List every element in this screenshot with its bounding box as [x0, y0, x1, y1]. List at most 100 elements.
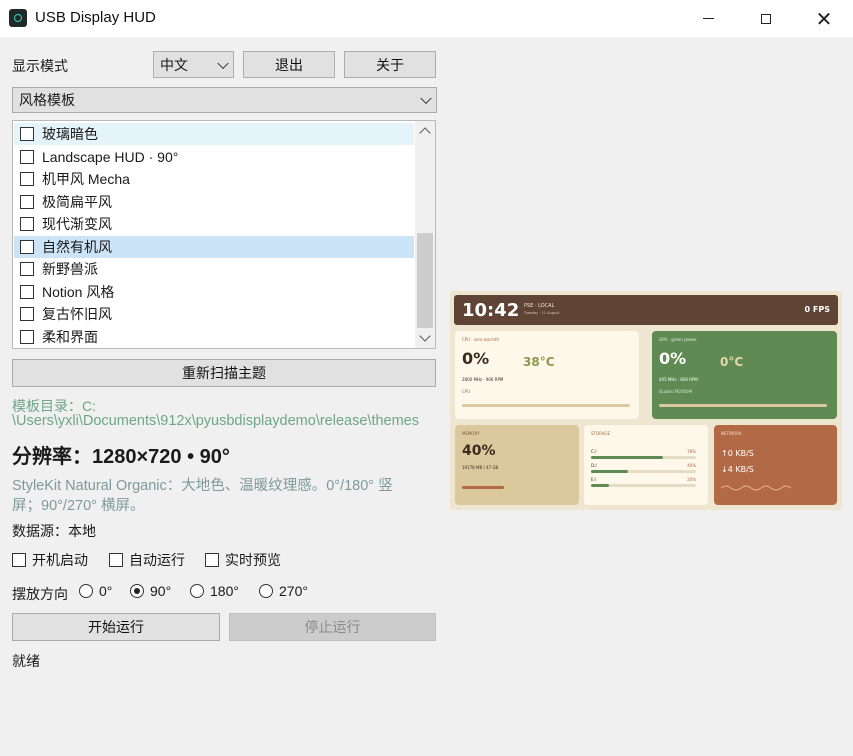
storage-bar-fill [591, 484, 609, 487]
theme-checkbox[interactable] [20, 284, 34, 299]
cpu-temp: 38°C [523, 355, 555, 369]
list-item[interactable]: 机甲风 Mecha [14, 168, 414, 190]
theme-checkbox[interactable] [20, 149, 34, 164]
theme-checkbox[interactable] [20, 127, 34, 141]
theme-checkbox[interactable] [20, 239, 34, 254]
theme-checkbox[interactable] [20, 194, 34, 209]
language-select[interactable]: 中文 [153, 51, 234, 78]
theme-list[interactable]: 玻璃暗色 Landscape HUD · 90° 机甲风 Mecha 极简扁平风… [12, 120, 436, 349]
display-mode-label: 显示模式 [12, 58, 68, 74]
list-item[interactable]: 极简扁平风 [14, 191, 414, 213]
theme-label: 极简扁平风 [42, 193, 112, 210]
list-item[interactable]: 新野兽派 [14, 258, 414, 280]
description-line1: StyleKit Natural Organic：大地色、温暖纹理感。0°/18… [12, 478, 393, 494]
preview-network-card: NETWORK ↑0 KB/S ↓4 KB/S [714, 425, 837, 505]
window-title: USB Display HUD [35, 9, 156, 26]
orientation-0-radio[interactable] [79, 584, 93, 598]
orientation-90-option[interactable]: 90° [130, 583, 171, 599]
exit-button[interactable]: 退出 [243, 51, 335, 78]
theme-checkbox[interactable] [20, 262, 34, 276]
live-preview-option[interactable]: 实时预览 [205, 550, 281, 570]
theme-checkbox[interactable] [20, 217, 34, 231]
close-icon: ✕ [815, 6, 833, 31]
network-up: ↑0 KB/S [721, 449, 754, 458]
orientation-180-option[interactable]: 180° [190, 583, 239, 599]
storage-drive-name: D:/ [591, 463, 597, 468]
preview-gpu-card: GPU · green power 0% 0°C 405 MHz · 800 R… [652, 331, 837, 419]
cpu-title: CPU · zero warmth [462, 337, 500, 342]
orientation-180-radio[interactable] [190, 584, 204, 598]
theme-label: 复古怀旧风 [42, 306, 112, 322]
theme-label: 新野兽派 [42, 261, 98, 277]
orientation-270-radio[interactable] [259, 584, 273, 598]
theme-label: 机甲风 Mecha [42, 171, 130, 187]
list-item[interactable]: 柔和界面 [14, 326, 414, 348]
scroll-up-button[interactable] [415, 121, 435, 141]
theme-label: Notion 风格 [42, 283, 115, 300]
memory-percent: 40% [462, 443, 496, 459]
storage-bar-fill [591, 456, 663, 459]
storage-drive-percent: 78% [687, 449, 696, 454]
memory-detail: 19178 MB / 47 GB [462, 465, 499, 470]
list-item[interactable]: 复古怀旧风 [14, 303, 414, 325]
about-button[interactable]: 关于 [344, 51, 436, 78]
preview-cpu-card: CPU · zero warmth 0% 38°C 2800 MHz · 900… [455, 331, 639, 419]
title-bar: USB Display HUD ✕ [0, 0, 853, 37]
orientation-270-option[interactable]: 270° [259, 583, 308, 599]
chevron-down-icon [420, 92, 432, 105]
memory-title: MEMORY [462, 431, 480, 436]
theme-checkbox[interactable] [20, 172, 34, 186]
template-select[interactable]: 风格模板 [12, 87, 437, 113]
start-button[interactable]: 开始运行 [12, 613, 220, 641]
theme-checkbox[interactable] [20, 307, 34, 321]
preview-memory-card: MEMORY 40% 19178 MB / 47 GB [455, 425, 579, 505]
autorun-option[interactable]: 自动运行 [109, 550, 185, 570]
minimize-button[interactable] [679, 0, 737, 37]
orientation-0-option[interactable]: 0° [79, 583, 112, 599]
cpu-freq: 2800 MHz · 900 RPM [462, 377, 504, 382]
storage-drive-percent: 40% [687, 463, 696, 468]
autostart-checkbox[interactable] [12, 553, 26, 567]
scroll-down-button[interactable] [415, 328, 435, 348]
storage-drive-percent: 20% [687, 477, 696, 482]
live-preview-label: 实时预览 [225, 552, 281, 568]
chevron-down-icon [217, 57, 229, 69]
theme-label: 自然有机风 [42, 238, 112, 255]
orientation-0-label: 0° [99, 583, 113, 599]
network-down: ↓4 KB/S [721, 465, 754, 474]
list-item[interactable]: 玻璃暗色 [14, 123, 414, 145]
list-scrollbar[interactable] [415, 121, 435, 348]
theme-label: 柔和界面 [42, 328, 98, 345]
cpu-tag: CPU [462, 389, 471, 394]
gpu-tag: Quadro M2000M [659, 389, 693, 394]
chevron-up-icon [419, 127, 431, 139]
theme-label: 玻璃暗色 [42, 126, 98, 142]
language-select-value: 中文 [160, 56, 188, 73]
orientation-label: 摆放方向 [12, 586, 68, 602]
autostart-option[interactable]: 开机启动 [12, 550, 88, 570]
app-icon [9, 9, 27, 27]
preview-time: 10:42 [462, 300, 520, 321]
orientation-90-radio[interactable] [130, 584, 144, 598]
theme-checkbox[interactable] [20, 329, 34, 344]
stop-button[interactable]: 停止运行 [229, 613, 436, 641]
list-item[interactable]: 自然有机风 [14, 235, 414, 258]
minimize-icon [702, 18, 714, 19]
list-item[interactable]: 现代渐变风 [14, 213, 414, 235]
close-button[interactable]: ✕ [795, 0, 853, 37]
scroll-thumb[interactable] [417, 233, 433, 328]
live-preview-checkbox[interactable] [205, 553, 219, 567]
storage-drive-name: E:/ [591, 477, 597, 482]
list-item[interactable]: Landscape HUD · 90° [14, 146, 414, 168]
autostart-label: 开机启动 [32, 552, 88, 568]
template-select-value: 风格模板 [19, 92, 75, 108]
storage-drive-name: C:/ [591, 449, 597, 454]
cpu-bar-track [462, 404, 630, 407]
maximize-button[interactable] [737, 0, 795, 37]
preview-storage-card: STORAGE C:/ 78% D:/ 40% E:/ 20% [584, 425, 708, 505]
theme-label: 现代渐变风 [42, 216, 112, 232]
autorun-checkbox[interactable] [109, 553, 123, 567]
maximize-icon [761, 13, 771, 24]
list-item[interactable]: Notion 风格 [14, 281, 414, 303]
rescan-themes-button[interactable]: 重新扫描主题 [12, 359, 436, 387]
